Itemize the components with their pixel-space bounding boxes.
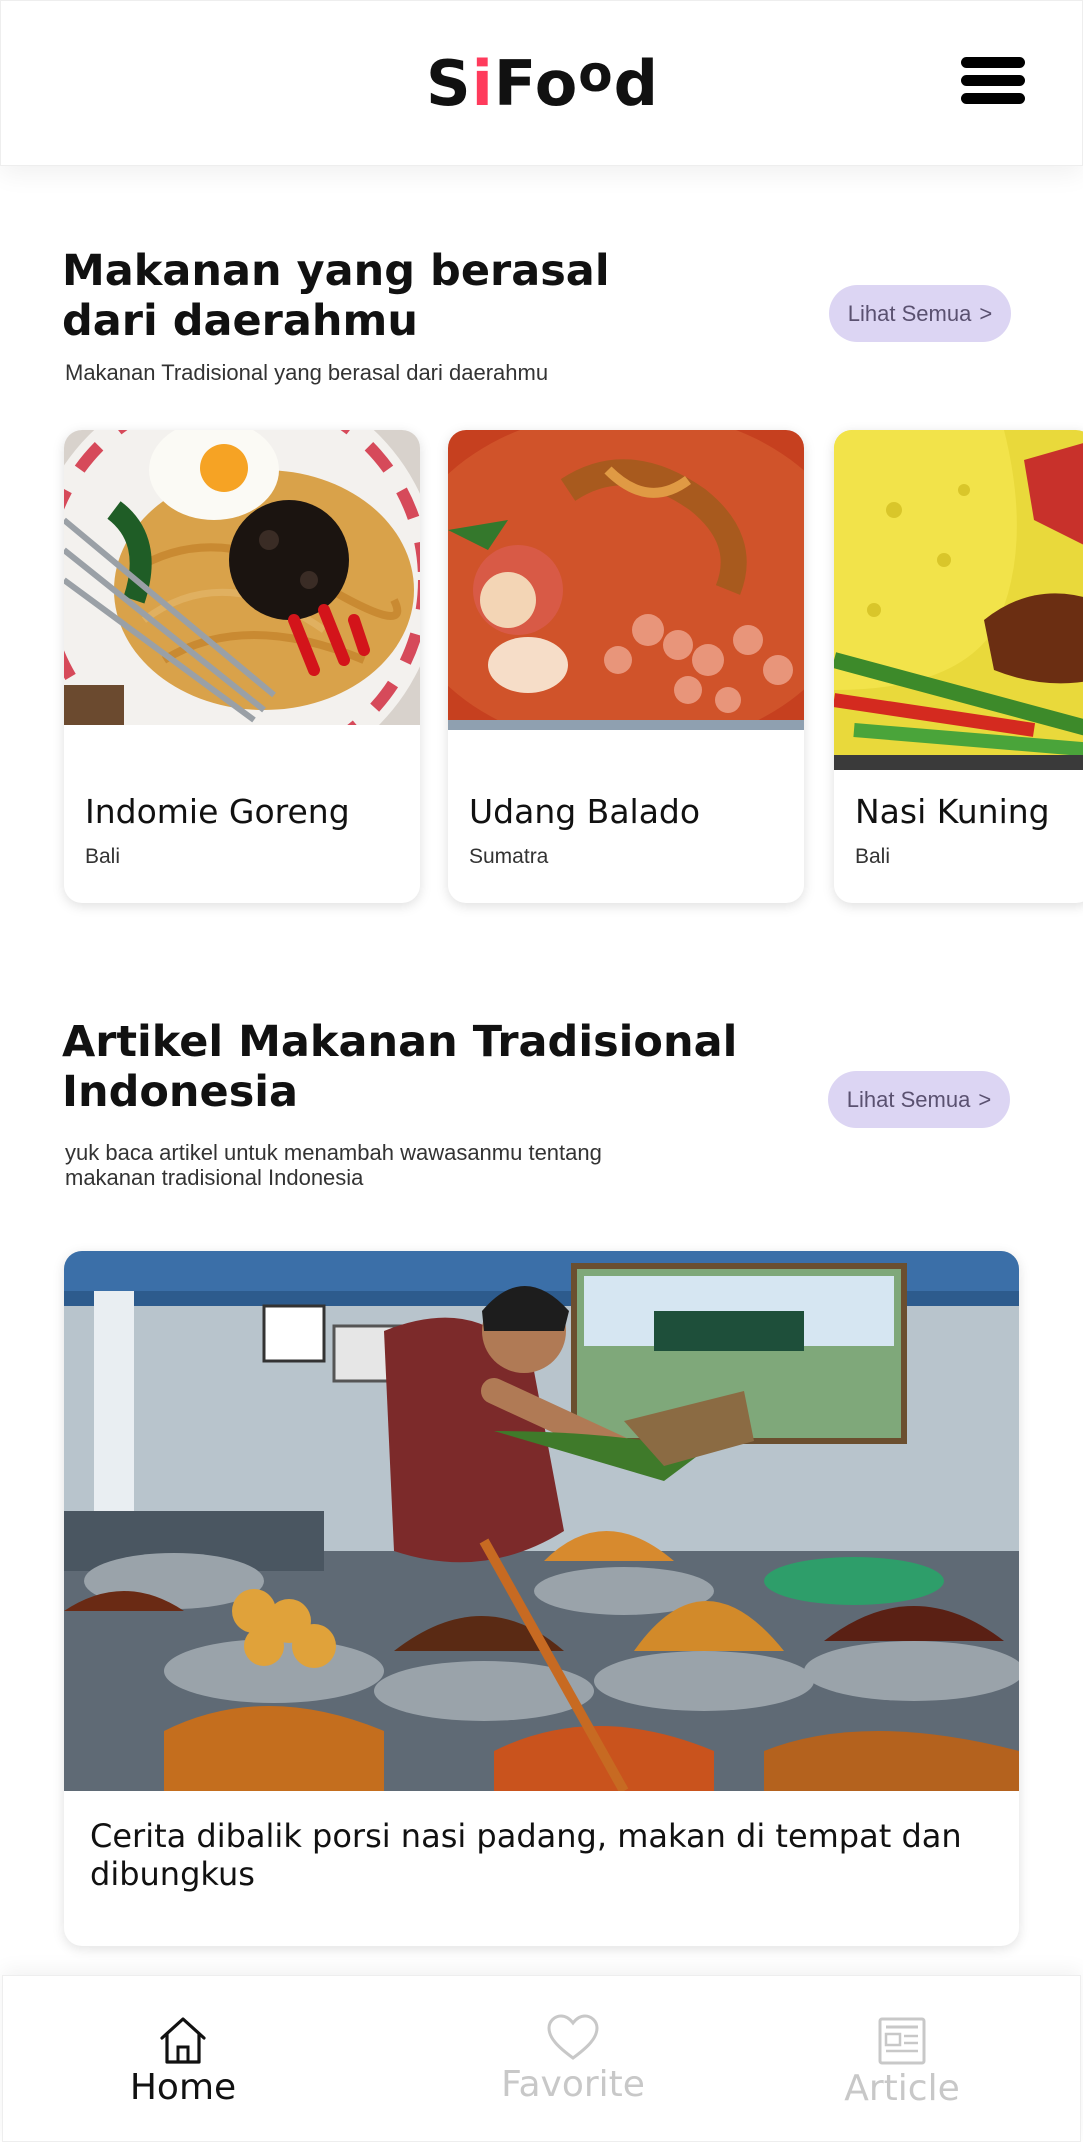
app-header: SiFood [0,0,1083,166]
app-logo[interactable]: SiFood [1,45,1083,120]
article-icon [878,2017,926,2065]
logo-text-d: d [613,47,660,120]
food-image-nasi-kuning [834,430,1083,770]
see-all-articles-button[interactable]: Lihat Semua > [828,1071,1010,1128]
food-card-nasi-kuning[interactable]: Nasi Kuning Bali [834,430,1083,903]
see-all-label: Lihat Semua [847,300,972,326]
nav-label: Home [129,2067,237,2108]
food-card-udang-balado[interactable]: Udang Balado Sumatra [448,430,804,903]
article-image-nasi-padang [64,1251,1019,1791]
nav-label: Article [844,2068,960,2109]
chevron-right-icon: > [978,1086,992,1112]
food-name: Indomie Goreng [85,792,350,831]
food-region: Bali [85,845,121,868]
food-card-indomie-goreng[interactable]: Indomie Goreng Bali [64,430,420,903]
logo-text-fo: Fo [493,47,579,120]
article-section-subtitle: yuk baca artikel untuk menambah wawasanm… [65,1140,602,1190]
article-card[interactable]: Cerita dibalik porsi nasi padang, makan … [64,1251,1019,1946]
see-all-label: Lihat Semua [846,1086,971,1112]
regional-section-title: Makanan yang berasal dari daerahmu [62,246,610,346]
nav-item-home[interactable]: Home [63,1976,303,2142]
food-image-indomie [64,430,420,725]
see-all-foods-button[interactable]: Lihat Semua > [829,285,1011,342]
hamburger-icon[interactable] [961,57,1025,107]
logo-text-s: S [425,47,472,120]
heart-icon [547,2014,599,2060]
nav-item-favorite[interactable]: Favorite [453,1976,693,2142]
chevron-right-icon: > [979,300,993,326]
article-title: Cerita dibalik porsi nasi padang, makan … [90,1817,962,1893]
food-image-udang-balado [448,430,804,730]
bottom-navigation: Home Favorite Article [2,1975,1081,2142]
nav-label: Favorite [501,2064,645,2105]
food-name: Nasi Kuning [855,792,1050,831]
food-name: Udang Balado [469,792,701,831]
food-region: Bali [855,845,891,868]
logo-text-raised-o: o [578,45,614,103]
home-icon [160,2017,206,2064]
nav-item-article[interactable]: Article [782,1976,1022,2142]
food-region: Sumatra [469,845,549,868]
logo-text-i: i [471,47,494,120]
article-section-title: Artikel Makanan Tradisional Indonesia [62,1017,738,1117]
regional-section-subtitle: Makanan Tradisional yang berasal dari da… [65,360,549,385]
